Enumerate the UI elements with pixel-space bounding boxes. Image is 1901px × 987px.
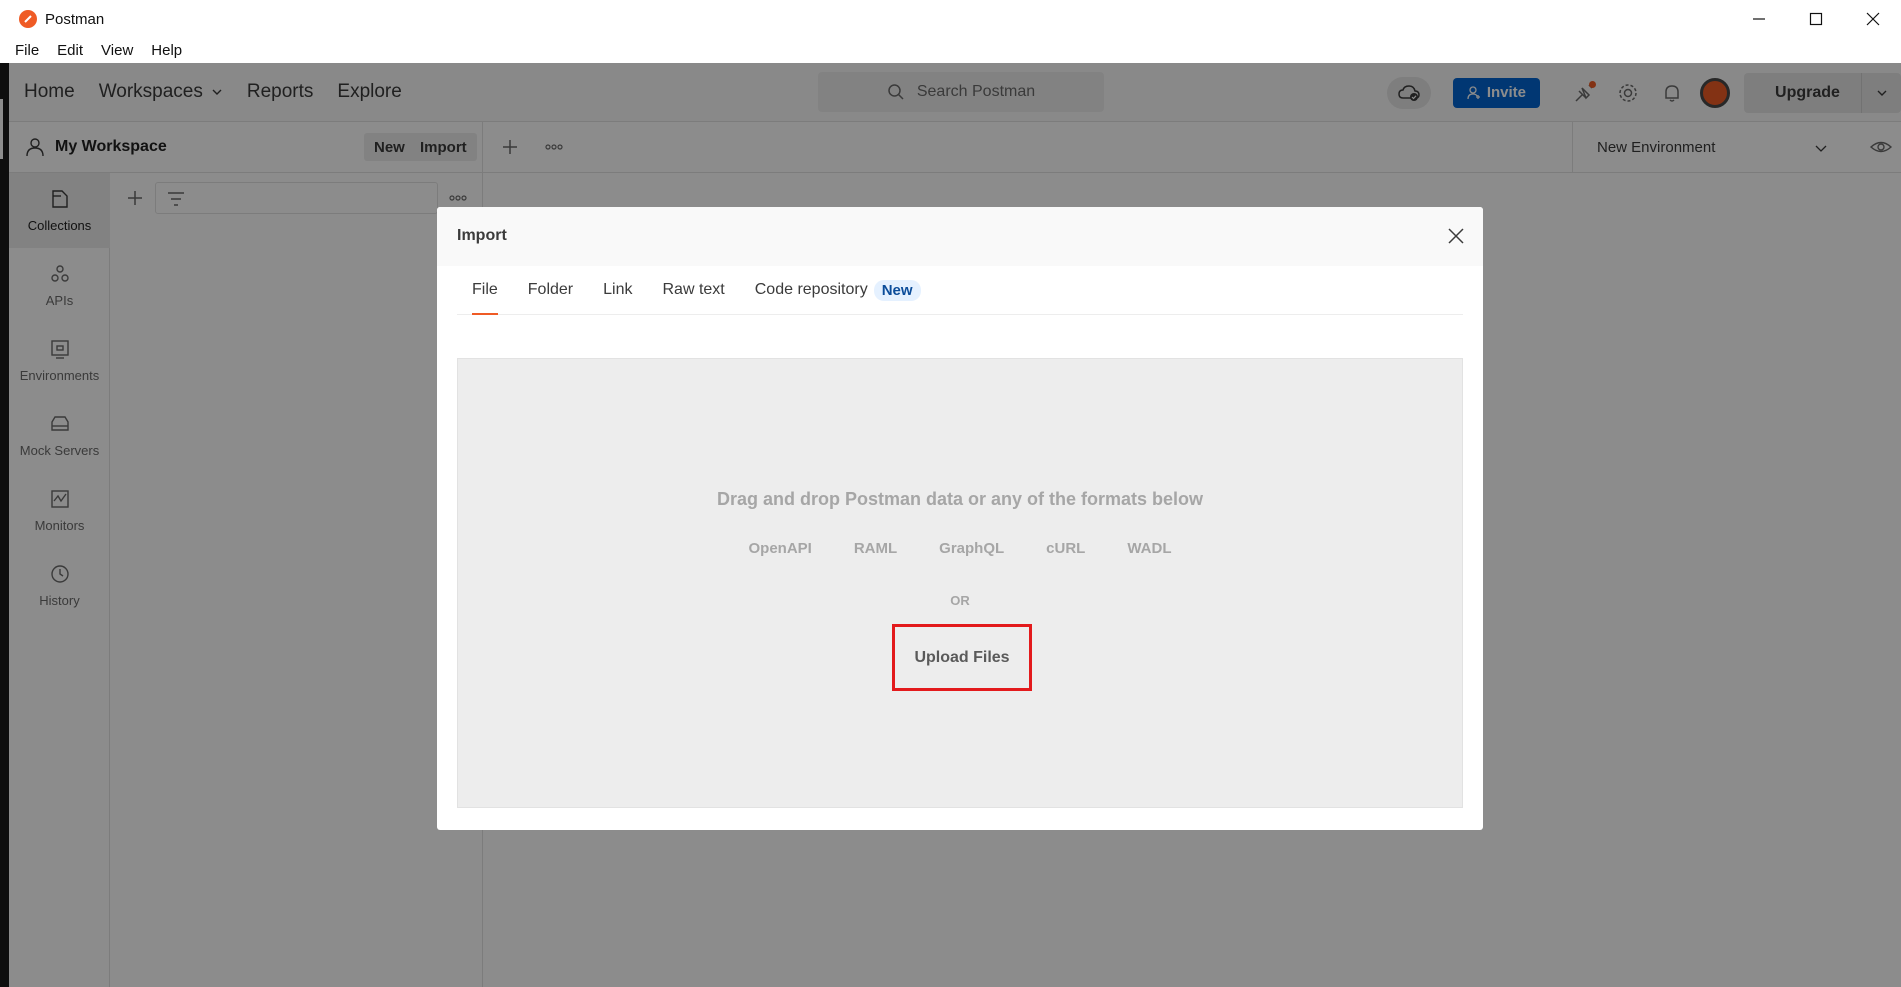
window-controls — [1730, 0, 1901, 38]
postman-logo-icon — [19, 10, 37, 28]
format-openapi: OpenAPI — [748, 540, 812, 557]
upload-files-button[interactable]: Upload Files — [892, 624, 1032, 691]
new-badge: New — [873, 279, 921, 301]
maximize-icon[interactable] — [1787, 0, 1844, 38]
modal-header: Import — [437, 207, 1483, 266]
menu-bar: File Edit View Help — [0, 38, 1901, 63]
tab-folder[interactable]: Folder — [528, 266, 573, 315]
format-curl: cURL — [1046, 540, 1086, 557]
or-separator: OR — [950, 593, 970, 608]
format-wadl: WADL — [1127, 540, 1172, 557]
menu-help[interactable]: Help — [151, 42, 182, 59]
title-bar: Postman — [0, 0, 1901, 38]
menu-view[interactable]: View — [101, 42, 133, 59]
close-icon[interactable] — [1447, 227, 1465, 245]
window-title: Postman — [45, 10, 105, 28]
minimize-icon[interactable] — [1730, 0, 1787, 38]
dropzone-title: Drag and drop Postman data or any of the… — [716, 489, 1204, 509]
format-graphql: GraphQL — [939, 540, 1005, 557]
supported-formats: OpenAPI RAML GraphQL cURL WADL — [458, 540, 1462, 557]
file-dropzone[interactable]: Drag and drop Postman data or any of the… — [457, 358, 1463, 808]
close-icon[interactable] — [1844, 0, 1901, 38]
import-tabs: File Folder Link Raw text Code repositor… — [457, 266, 1463, 315]
tab-code-repository[interactable]: Code repository New — [755, 266, 921, 315]
import-modal: Import File Folder Link Raw text Code re… — [437, 207, 1483, 830]
tab-link[interactable]: Link — [603, 266, 632, 315]
format-raml: RAML — [853, 540, 898, 557]
menu-edit[interactable]: Edit — [57, 42, 83, 59]
menu-file[interactable]: File — [15, 42, 39, 59]
modal-title: Import — [457, 227, 507, 244]
tab-code-repository-label: Code repository — [754, 281, 868, 298]
tab-raw-text[interactable]: Raw text — [663, 266, 725, 315]
tab-file[interactable]: File — [472, 266, 498, 315]
